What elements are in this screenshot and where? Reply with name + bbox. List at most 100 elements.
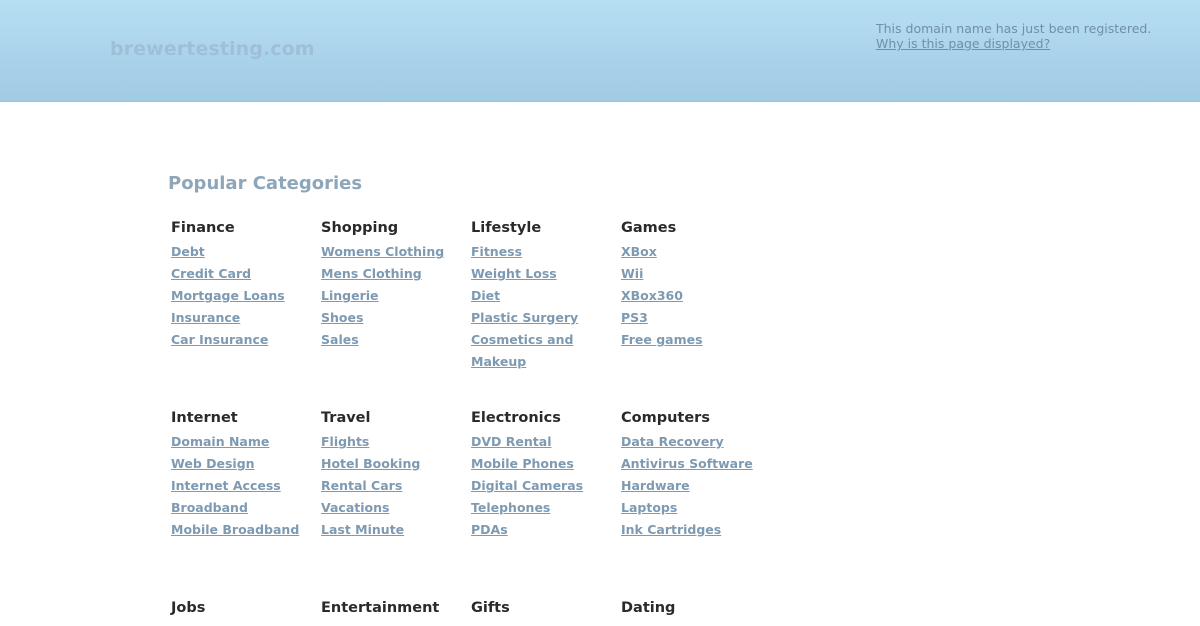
category-link[interactable]: Plastic Surgery bbox=[471, 310, 578, 325]
category-link[interactable]: Free games bbox=[621, 332, 703, 347]
category-link[interactable]: Lingerie bbox=[321, 288, 379, 303]
list-item: Weight Loss bbox=[471, 263, 621, 285]
category-heading: Computers bbox=[621, 410, 710, 426]
category-link[interactable]: Rental Cars bbox=[321, 478, 402, 493]
category-link[interactable]: Domain Name bbox=[171, 434, 269, 449]
category-games: Games XBox Wii XBox360 PS3 Free games bbox=[621, 217, 771, 351]
category-entertainment: Entertainment bbox=[321, 597, 471, 621]
category-heading: Electronics bbox=[471, 410, 561, 426]
list-item: Internet Access bbox=[171, 475, 321, 497]
category-links: Domain Name Web Design Internet Access Broa… bbox=[171, 431, 321, 541]
list-item: Laptops bbox=[621, 497, 771, 519]
category-link[interactable]: Sales bbox=[321, 332, 359, 347]
category-link[interactable]: PDAs bbox=[471, 522, 508, 537]
category-link[interactable]: Car Insurance bbox=[171, 332, 268, 347]
site-name: brewertesting.com bbox=[110, 38, 315, 60]
list-item: Plastic Surgery bbox=[471, 307, 621, 329]
category-link[interactable]: Insurance bbox=[171, 310, 240, 325]
list-item: XBox360 bbox=[621, 285, 771, 307]
category-link[interactable]: PS3 bbox=[621, 310, 648, 325]
category-link[interactable]: DVD Rental bbox=[471, 434, 551, 449]
category-heading: Jobs bbox=[171, 600, 206, 616]
list-item: Last Minute bbox=[321, 519, 471, 541]
list-item: PDAs bbox=[471, 519, 621, 541]
list-item: Free games bbox=[621, 329, 771, 351]
list-item: Web Design bbox=[171, 453, 321, 475]
category-link[interactable]: Weight Loss bbox=[471, 266, 557, 281]
category-link[interactable]: XBox bbox=[621, 244, 657, 259]
category-link[interactable]: Internet Access bbox=[171, 478, 281, 493]
registration-notice: This domain name has just been registere… bbox=[876, 21, 1151, 51]
category-gifts: Gifts bbox=[471, 597, 621, 621]
list-item: Mobile Broadband bbox=[171, 519, 321, 541]
category-links: Womens Clothing Mens Clothing Lingerie Shoe… bbox=[321, 241, 471, 351]
category-links: DVD Rental Mobile Phones Digital Cameras Te… bbox=[471, 431, 621, 541]
category-link[interactable]: Wii bbox=[621, 266, 643, 281]
list-item: Ink Cartridges bbox=[621, 519, 771, 541]
category-link[interactable]: Flights bbox=[321, 434, 369, 449]
list-item: DVD Rental bbox=[471, 431, 621, 453]
category-link[interactable]: Diet bbox=[471, 288, 500, 303]
list-item: Lingerie bbox=[321, 285, 471, 307]
category-links: Fitness Weight Loss Diet Plastic Surgery Cos… bbox=[471, 241, 621, 373]
category-link[interactable]: Womens Clothing bbox=[321, 244, 444, 259]
category-link[interactable]: Mortgage Loans bbox=[171, 288, 285, 303]
list-item: Rental Cars bbox=[321, 475, 471, 497]
category-heading: Travel bbox=[321, 410, 371, 426]
category-link[interactable]: Vacations bbox=[321, 500, 389, 515]
list-item: Diet bbox=[471, 285, 621, 307]
category-link[interactable]: Debt bbox=[171, 244, 205, 259]
list-item: Digital Cameras bbox=[471, 475, 621, 497]
category-jobs: Jobs bbox=[171, 597, 321, 621]
category-links: Data Recovery Antivirus Software Hardware L… bbox=[621, 431, 771, 541]
category-link[interactable]: Hotel Booking bbox=[321, 456, 420, 471]
category-link[interactable]: Mobile Broadband bbox=[171, 522, 299, 537]
category-link[interactable]: XBox360 bbox=[621, 288, 683, 303]
category-link[interactable]: Cosmetics and Makeup bbox=[471, 332, 573, 369]
list-item: Flights bbox=[321, 431, 471, 453]
list-item: Data Recovery bbox=[621, 431, 771, 453]
list-item: Domain Name bbox=[171, 431, 321, 453]
list-item: Broadband bbox=[171, 497, 321, 519]
category-link[interactable]: Credit Card bbox=[171, 266, 251, 281]
category-link[interactable]: Mobile Phones bbox=[471, 456, 574, 471]
why-displayed-link[interactable]: Why is this page displayed? bbox=[876, 36, 1050, 51]
category-link[interactable]: Mens Clothing bbox=[321, 266, 422, 281]
popular-categories-title: Popular Categories bbox=[168, 173, 363, 194]
list-item: Womens Clothing bbox=[321, 241, 471, 263]
list-item: Debt bbox=[171, 241, 321, 263]
list-item: XBox bbox=[621, 241, 771, 263]
list-item: Credit Card bbox=[171, 263, 321, 285]
category-link[interactable]: Fitness bbox=[471, 244, 522, 259]
category-heading: Lifestyle bbox=[471, 220, 542, 236]
list-item: Car Insurance bbox=[171, 329, 321, 351]
category-links: XBox Wii XBox360 PS3 Free games bbox=[621, 241, 771, 351]
category-link[interactable]: Web Design bbox=[171, 456, 255, 471]
header-banner: brewertesting.com This domain name has j… bbox=[0, 0, 1200, 102]
category-link[interactable]: Hardware bbox=[621, 478, 690, 493]
list-item: PS3 bbox=[621, 307, 771, 329]
category-heading: Gifts bbox=[471, 600, 510, 616]
category-link[interactable]: Telephones bbox=[471, 500, 550, 515]
list-item: Antivirus Software bbox=[621, 453, 771, 475]
category-link[interactable]: Digital Cameras bbox=[471, 478, 583, 493]
list-item: Mens Clothing bbox=[321, 263, 471, 285]
list-item: Mobile Phones bbox=[471, 453, 621, 475]
category-link[interactable]: Laptops bbox=[621, 500, 677, 515]
category-travel: Travel Flights Hotel Booking Rental Cars Vac… bbox=[321, 407, 471, 541]
category-link[interactable]: Data Recovery bbox=[621, 434, 724, 449]
category-lifestyle: Lifestyle Fitness Weight Loss Diet Plastic S… bbox=[471, 217, 621, 373]
list-item: Vacations bbox=[321, 497, 471, 519]
list-item: Sales bbox=[321, 329, 471, 351]
category-link[interactable]: Antivirus Software bbox=[621, 456, 753, 471]
list-item: Mortgage Loans bbox=[171, 285, 321, 307]
category-link[interactable]: Ink Cartridges bbox=[621, 522, 721, 537]
category-link[interactable]: Shoes bbox=[321, 310, 363, 325]
category-link[interactable]: Broadband bbox=[171, 500, 248, 515]
category-finance: Finance Debt Credit Card Mortgage Loans Insu… bbox=[171, 217, 321, 351]
category-heading: Entertainment bbox=[321, 600, 440, 616]
category-computers: Computers Data Recovery Antivirus Software… bbox=[621, 407, 771, 541]
list-item: Telephones bbox=[471, 497, 621, 519]
category-link[interactable]: Last Minute bbox=[321, 522, 404, 537]
category-heading: Finance bbox=[171, 220, 235, 236]
